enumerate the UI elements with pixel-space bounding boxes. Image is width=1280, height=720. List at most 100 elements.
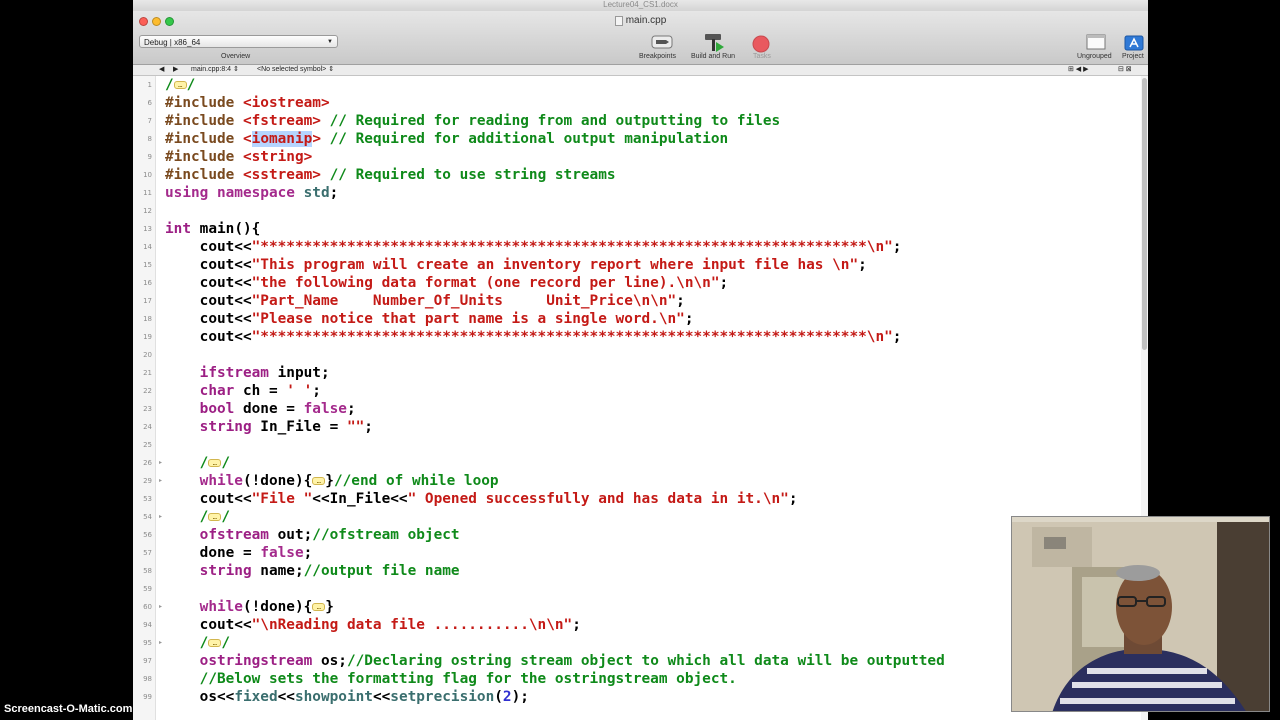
code-text[interactable]: ifstream input; [165, 364, 330, 382]
code-text[interactable]: /… / [165, 76, 195, 94]
code-text[interactable]: #include <iostream> [165, 94, 330, 112]
code-line[interactable]: 6 #include <iostream> [133, 94, 1137, 112]
code-text[interactable]: /… / [165, 634, 230, 652]
code-line[interactable]: 9 #include <string> [133, 148, 1137, 166]
code-token: string [165, 419, 252, 435]
code-text[interactable]: ostringstream os;//Declaring ostring str… [165, 652, 945, 670]
code-text[interactable]: /… / [165, 454, 230, 472]
code-text[interactable]: #include <string> [165, 148, 312, 166]
code-text[interactable]: int main(){ [165, 220, 260, 238]
code-line[interactable]: 14 cout<<"******************************… [133, 238, 1137, 256]
code-line[interactable]: 12 [133, 202, 1137, 220]
code-line[interactable]: 29 ▸ while(!done){…}//end of while loop [133, 472, 1137, 490]
code-token: ; [892, 329, 902, 345]
code-line[interactable]: 15 cout<<"This program will create an in… [133, 256, 1137, 274]
fold-ribbon-icon[interactable]: ▸ [159, 634, 162, 652]
code-text[interactable]: os<<fixed<<showpoint<<setprecision(2); [165, 688, 529, 706]
code-token: //Declaring ostring stream object to whi… [346, 653, 945, 669]
code-token: ; [364, 419, 373, 435]
code-text[interactable]: /… / [165, 508, 230, 526]
code-line[interactable]: 95 ▸ /… / [133, 634, 1137, 652]
code-line[interactable]: 59 [133, 580, 1137, 598]
code-line[interactable]: 26 ▸ /… / [133, 454, 1137, 472]
code-text[interactable]: done = false; [165, 544, 313, 562]
code-text[interactable]: string In_File = ""; [165, 418, 373, 436]
forward-arrow-icon[interactable]: ▶ [173, 65, 178, 75]
code-text[interactable]: //Below sets the formatting flag for the… [165, 670, 737, 688]
folded-code-icon[interactable]: … [208, 459, 222, 467]
code-line[interactable]: 97 ostringstream os;//Declaring ostring … [133, 652, 1137, 670]
code-text[interactable]: while(!done){…}//end of while loop [165, 472, 499, 490]
code-line[interactable]: 16 cout<<"the following data format (one… [133, 274, 1137, 292]
code-text[interactable]: char ch = ' '; [165, 382, 321, 400]
code-line[interactable]: 53 cout<<"File "<<In_File<<" Opened succ… [133, 490, 1137, 508]
code-line[interactable]: 54 ▸ /… / [133, 508, 1137, 526]
code-text[interactable]: string name;//output file name [165, 562, 460, 580]
jump-bar-symbol[interactable]: <No selected symbol> ⇕ [257, 65, 334, 75]
code-token: setprecision [390, 689, 495, 705]
folded-code-icon[interactable]: … [208, 639, 222, 647]
code-line[interactable]: 25 [133, 436, 1137, 454]
code-line[interactable]: 19 cout<<"******************************… [133, 328, 1137, 346]
code-token: / [165, 635, 209, 651]
code-text[interactable]: cout<<"Please notice that part name is a… [165, 310, 694, 328]
fold-ribbon-icon[interactable]: ▸ [159, 454, 162, 472]
line-number: 94 [143, 621, 152, 629]
code-line[interactable]: 99 os<<fixed<<showpoint<<setprecision(2)… [133, 688, 1137, 706]
code-text[interactable]: #include <iomanip> // Required for addit… [165, 130, 728, 148]
code-line[interactable]: 24 string In_File = ""; [133, 418, 1137, 436]
fold-ribbon-icon[interactable]: ▸ [159, 472, 162, 490]
code-text[interactable]: cout<<"\nReading data file ...........\n… [165, 616, 581, 634]
assistant-icon[interactable]: ⊟ ⊠ [1118, 65, 1132, 75]
code-token: ; [346, 401, 356, 417]
code-token: << [277, 689, 295, 705]
related-items-icon[interactable]: ⊞ ◀ ▶ [1068, 65, 1089, 75]
code-line[interactable]: 7 #include <fstream> // Required for read… [133, 112, 1137, 130]
code-line[interactable]: 21 ifstream input; [133, 364, 1137, 382]
back-arrow-icon[interactable]: ◀ [159, 65, 164, 75]
project-label: Project [1122, 53, 1144, 60]
code-text[interactable]: #include <fstream> // Required for readi… [165, 112, 780, 130]
code-line[interactable]: 22 char ch = ' '; [133, 382, 1137, 400]
line-number: 9 [147, 153, 152, 161]
code-text[interactable]: bool done = false; [165, 400, 356, 418]
code-line[interactable]: 56 ofstream out;//ofstream object [133, 526, 1137, 544]
code-line[interactable]: 60 ▸ while(!done){…} [133, 598, 1137, 616]
breakpoints-button[interactable] [651, 35, 673, 54]
folded-code-icon[interactable]: … [208, 513, 222, 521]
code-line[interactable]: 1 /… / [133, 76, 1137, 94]
code-line[interactable]: 20 [133, 346, 1137, 364]
code-token: ; [788, 491, 798, 507]
code-editor[interactable]: 1/…/6 #include <iostream> 7 #include <fstre… [133, 76, 1137, 720]
code-line[interactable]: 11 using namespace std; [133, 184, 1137, 202]
code-text[interactable]: ofstream out;//ofstream object [165, 526, 460, 544]
fold-ribbon-icon[interactable]: ▸ [159, 598, 162, 616]
code-line[interactable]: 94 cout<<"\nReading data file ..........… [133, 616, 1137, 634]
code-line[interactable]: 57 done = false; [133, 544, 1137, 562]
code-text[interactable]: cout<<"File "<<In_File<<" Opened success… [165, 490, 798, 508]
code-text[interactable]: using namespace std; [165, 184, 338, 202]
folded-code-icon[interactable]: … [173, 81, 187, 89]
code-line[interactable]: 23 bool done = false; [133, 400, 1137, 418]
code-text[interactable]: cout<<"Part_Name Number_Of_Units Unit_Pr… [165, 292, 685, 310]
code-line[interactable]: 17 cout<<"Part_Name Number_Of_Units Unit… [133, 292, 1137, 310]
code-line[interactable]: 10 #include <sstream> // Required to use … [133, 166, 1137, 184]
folded-code-icon[interactable]: … [312, 477, 326, 485]
code-text[interactable]: cout<<"This program will create an inven… [165, 256, 867, 274]
code-text[interactable]: cout<<"the following data format (one re… [165, 274, 729, 292]
code-line[interactable]: 18 cout<<"Please notice that part name i… [133, 310, 1137, 328]
jump-bar-file[interactable]: main.cpp:8:4 ⇕ [191, 65, 239, 75]
scheme-selector[interactable]: Debug | x86_64 ▼ [139, 35, 338, 48]
code-line[interactable]: 13 int main(){ [133, 220, 1137, 238]
code-token: <<In_File<< [312, 491, 408, 507]
code-text[interactable]: cout<<"*********************************… [165, 328, 902, 346]
vertical-scrollbar-thumb[interactable] [1142, 78, 1147, 350]
code-line[interactable]: 8 #include <iomanip> // Required for addi… [133, 130, 1137, 148]
fold-ribbon-icon[interactable]: ▸ [159, 508, 162, 526]
code-text[interactable]: cout<<"*********************************… [165, 238, 902, 256]
code-line[interactable]: 58 string name;//output file name [133, 562, 1137, 580]
code-line[interactable]: 98 //Below sets the formatting flag for … [133, 670, 1137, 688]
folded-code-icon[interactable]: … [312, 603, 326, 611]
code-text[interactable]: while(!done){…} [165, 598, 334, 616]
code-text[interactable]: #include <sstream> // Required to use st… [165, 166, 616, 184]
